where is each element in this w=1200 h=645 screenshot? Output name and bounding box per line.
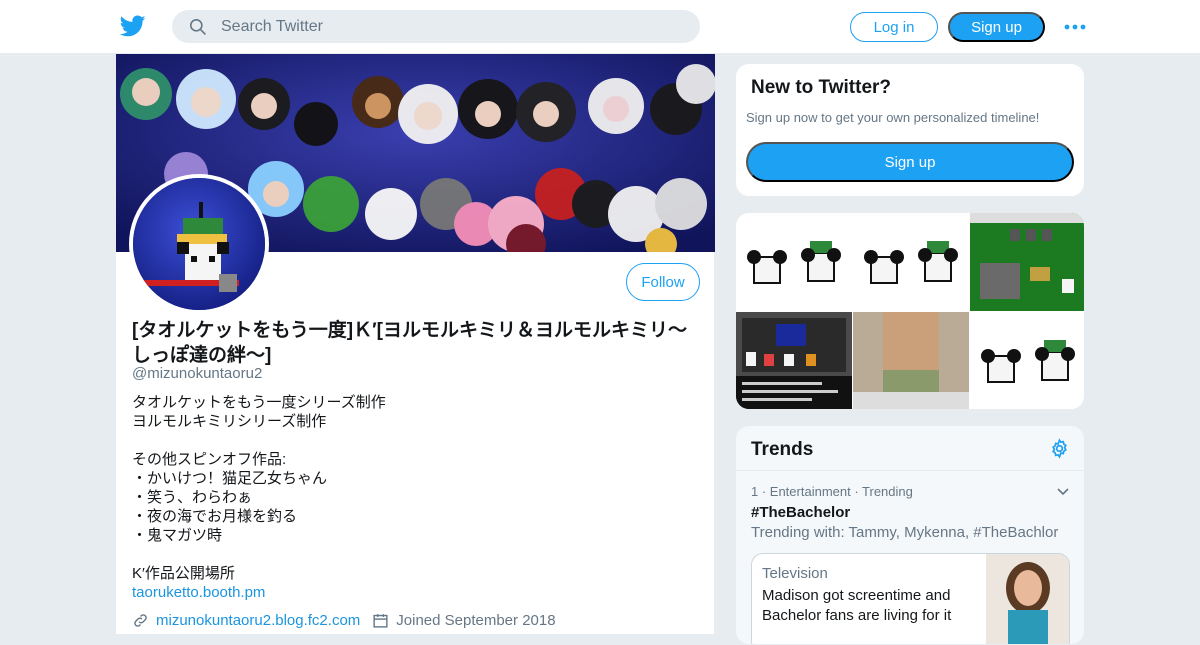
more-dots-icon[interactable]: [1063, 18, 1087, 36]
trend-name[interactable]: #TheBachelor: [751, 504, 850, 521]
profile-name: [タオルケットをもう一度]Ｋ′[ヨルモルキミリ＆ヨルモルキミリ～しっぽ達の絆～]: [132, 320, 687, 366]
search-box[interactable]: [172, 10, 700, 43]
media-thumbnail[interactable]: [970, 213, 1084, 311]
pixel-panda-image: [981, 340, 1075, 383]
trend-related: Trending with: Tammy, Mykenna, #TheBachl…: [751, 524, 1059, 541]
story-thumbnail: [986, 554, 1069, 644]
trends-header: Trends: [736, 426, 1084, 471]
sidebar-signup-button[interactable]: Sign up: [746, 142, 1074, 182]
bio-line: ・鬼マガツ時: [132, 527, 223, 544]
joined-date: Joined September 2018: [396, 612, 556, 629]
chevron-down-icon[interactable]: [1055, 483, 1071, 499]
trend-story-card[interactable]: Television Madison got screentime and Ba…: [751, 553, 1070, 644]
avatar-artwork: [133, 178, 265, 310]
bio-line: [132, 545, 692, 564]
calendar-icon: [373, 614, 388, 628]
story-headline: Madison got screentime and Bachelor fans…: [762, 587, 952, 624]
bio-line: ・笑う、わらわぁ: [132, 489, 253, 506]
bio-line: タオルケットをもう一度シリーズ制作: [132, 394, 386, 411]
bio-line: ヨルモルキミリシリーズ制作: [132, 413, 327, 430]
pixel-panda-image: [747, 241, 841, 284]
profile-meta: mizunokuntaoru2.blog.fc2.com Joined Sept…: [132, 612, 556, 629]
media-thumbnail[interactable]: [853, 312, 969, 409]
twitter-bird-icon[interactable]: [120, 13, 146, 39]
portrait-photo-image: [986, 554, 1069, 644]
top-navigation-bar: Log in Sign up: [0, 0, 1200, 54]
pixel-game-screen-image: [970, 213, 1084, 299]
bio-line: ・夜の海でお月様を釣る: [132, 508, 298, 525]
media-thumbnail[interactable]: [970, 312, 1084, 409]
bio-line: その他スピンオフ作品:: [132, 451, 287, 468]
media-thumbnail[interactable]: [853, 213, 969, 311]
profile-handle[interactable]: @mizunokuntaoru2: [132, 365, 262, 382]
trend-meta: 1 · Entertainment · Trending: [751, 484, 913, 499]
story-category: Television: [762, 565, 828, 582]
bio-line: [132, 431, 692, 450]
new-to-twitter-card: New to Twitter? Sign up now to get your …: [735, 63, 1085, 197]
media-thumbnail[interactable]: [736, 213, 852, 311]
bio-line: ・かいけつ！猫足乙女ちゃん: [132, 470, 328, 487]
bio-line: K′作品公開場所: [132, 565, 235, 582]
follow-button[interactable]: Follow: [626, 263, 700, 301]
gear-icon[interactable]: [1049, 438, 1070, 459]
media-thumbnail[interactable]: [736, 312, 852, 409]
signup-button[interactable]: Sign up: [948, 12, 1045, 42]
search-icon: [189, 18, 206, 35]
trends-card: Trends 1 · Entertainment · Trending #The…: [735, 425, 1085, 645]
profile-avatar[interactable]: [129, 174, 269, 314]
media-gallery: [735, 212, 1085, 410]
link-icon: [134, 614, 147, 627]
login-button[interactable]: Log in: [850, 12, 938, 42]
profile-bio: タオルケットをもう一度シリーズ制作 ヨルモルキミリシリーズ制作 その他スピンオフ…: [132, 393, 692, 602]
pixel-stage-screenshot-image: [736, 312, 852, 409]
profile-panel: Follow [タオルケットをもう一度]Ｋ′[ヨルモルキミリ＆ヨルモルキミリ～し…: [115, 54, 715, 634]
new-to-twitter-subtitle: Sign up now to get your own personalized…: [746, 110, 1040, 125]
profile-website-link[interactable]: mizunokuntaoru2.blog.fc2.com: [156, 612, 360, 629]
trends-title: Trends: [751, 439, 814, 460]
new-to-twitter-title: New to Twitter?: [751, 77, 892, 98]
mirror-selfie-image: [853, 312, 969, 409]
search-input[interactable]: [221, 17, 661, 36]
pixel-panda-image: [864, 241, 958, 284]
bio-link[interactable]: taoruketto.booth.pm: [132, 584, 265, 601]
